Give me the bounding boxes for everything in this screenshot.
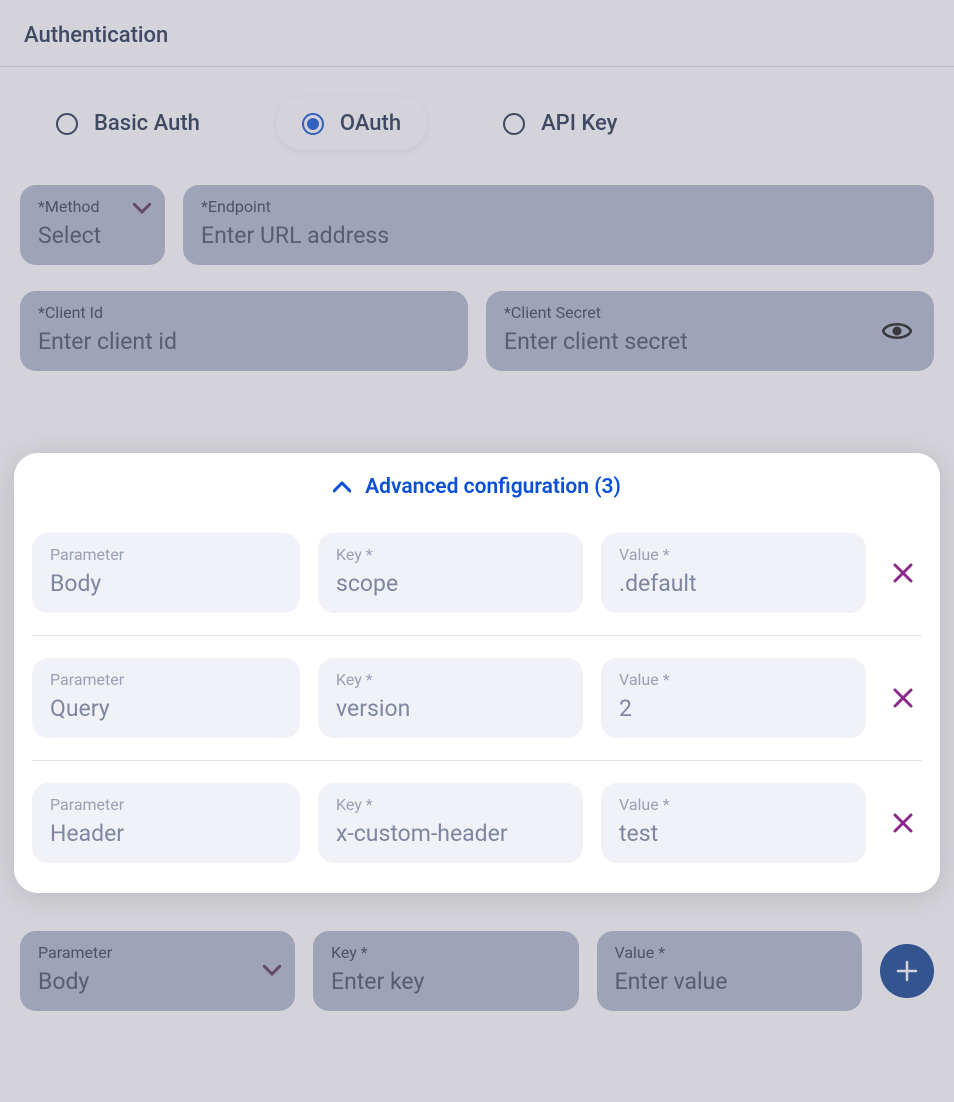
radio-icon (302, 113, 324, 135)
field-value: test (619, 820, 848, 847)
field-value: scope (336, 570, 565, 597)
field-label: Key * (336, 545, 565, 564)
config-row: Parameter Query Key * version Value * 2 (32, 658, 922, 760)
delete-row-button[interactable] (884, 562, 922, 584)
client-secret-input[interactable]: *Client Secret Enter client secret (486, 291, 934, 371)
advanced-config-panel: Advanced configuration (3) Parameter Bod… (14, 453, 940, 893)
field-placeholder: Enter URL address (201, 222, 916, 249)
field-value: Body (50, 570, 282, 597)
row-divider (32, 760, 922, 761)
field-label: Value * (619, 795, 848, 814)
field-placeholder: Enter client id (38, 328, 450, 355)
new-param-select[interactable]: Parameter Body (20, 931, 295, 1011)
client-id-input[interactable]: *Client Id Enter client id (20, 291, 468, 371)
new-value-input[interactable]: Value * Enter value (597, 931, 863, 1011)
field-label: Key * (336, 670, 565, 689)
config-row: Parameter Body Key * scope Value * .defa… (32, 533, 922, 635)
field-value: Select (38, 222, 147, 249)
tab-api-key[interactable]: API Key (477, 97, 643, 150)
field-label: Value * (619, 670, 848, 689)
tab-label: OAuth (340, 111, 401, 136)
field-label: Parameter (38, 943, 277, 962)
divider (0, 66, 954, 67)
delete-row-button[interactable] (884, 687, 922, 709)
delete-row-button[interactable] (884, 812, 922, 834)
value-input[interactable]: Value * test (601, 783, 866, 863)
auth-type-tabs: Basic Auth OAuth API Key (30, 97, 924, 150)
field-placeholder: Enter value (615, 968, 845, 995)
field-value: Query (50, 695, 282, 722)
chevron-up-icon (333, 481, 351, 493)
radio-icon (56, 113, 78, 135)
row-divider (32, 635, 922, 636)
field-value: version (336, 695, 565, 722)
field-label: Parameter (50, 795, 282, 814)
endpoint-input[interactable]: *Endpoint Enter URL address (183, 185, 934, 265)
value-input[interactable]: Value * .default (601, 533, 866, 613)
chevron-down-icon (263, 965, 281, 977)
method-select[interactable]: *Method Select (20, 185, 165, 265)
field-value: .default (619, 570, 848, 597)
field-value: 2 (619, 695, 848, 722)
section-title: Authentication (24, 23, 930, 48)
field-label: Key * (336, 795, 565, 814)
param-select[interactable]: Parameter Header (32, 783, 300, 863)
key-input[interactable]: Key * version (318, 658, 583, 738)
field-value: Body (38, 968, 277, 995)
add-button[interactable] (880, 944, 934, 998)
eye-icon[interactable] (882, 320, 912, 342)
field-value: x-custom-header (336, 820, 565, 847)
field-label: Value * (619, 545, 848, 564)
field-label: Parameter (50, 545, 282, 564)
close-icon (892, 687, 914, 709)
field-label: Value * (615, 943, 845, 962)
field-placeholder: Enter client secret (504, 328, 916, 355)
value-input[interactable]: Value * 2 (601, 658, 866, 738)
advanced-config-title: Advanced configuration (3) (365, 475, 621, 499)
param-select[interactable]: Parameter Body (32, 533, 300, 613)
chevron-down-icon (133, 203, 151, 215)
field-label: Key * (331, 943, 561, 962)
tab-basic-auth[interactable]: Basic Auth (30, 97, 226, 150)
advanced-config-toggle[interactable]: Advanced configuration (3) (32, 475, 922, 499)
key-input[interactable]: Key * scope (318, 533, 583, 613)
field-label: *Method (38, 197, 147, 216)
field-label: *Endpoint (201, 197, 916, 216)
key-input[interactable]: Key * x-custom-header (318, 783, 583, 863)
new-key-input[interactable]: Key * Enter key (313, 931, 579, 1011)
field-value: Header (50, 820, 282, 847)
field-label: *Client Secret (504, 303, 916, 322)
close-icon (892, 812, 914, 834)
tab-label: API Key (541, 111, 617, 136)
radio-icon (503, 113, 525, 135)
plus-icon (895, 959, 919, 983)
param-select[interactable]: Parameter Query (32, 658, 300, 738)
tab-label: Basic Auth (94, 111, 200, 136)
new-param-row: Parameter Body Key * Enter key Value * E… (20, 931, 934, 1011)
field-label: Parameter (50, 670, 282, 689)
config-row: Parameter Header Key * x-custom-header V… (32, 783, 922, 885)
tab-oauth[interactable]: OAuth (276, 97, 427, 150)
field-placeholder: Enter key (331, 968, 561, 995)
close-icon (892, 562, 914, 584)
field-label: *Client Id (38, 303, 450, 322)
